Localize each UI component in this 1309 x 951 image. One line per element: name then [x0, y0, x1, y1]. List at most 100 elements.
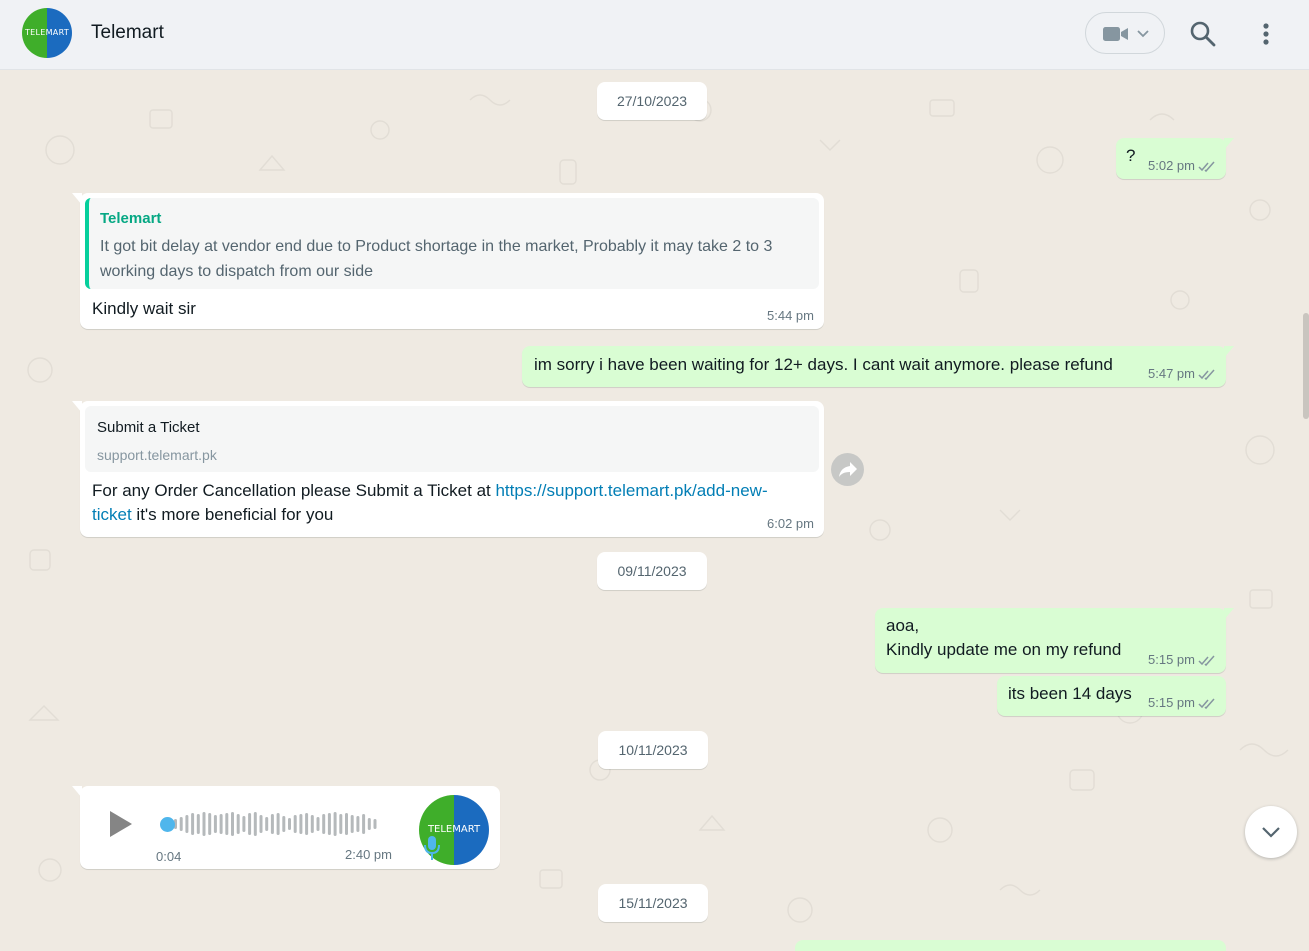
waveform-bar: [299, 814, 303, 834]
scroll-to-bottom-button[interactable]: [1245, 806, 1297, 858]
waveform-bar: [362, 814, 366, 834]
link-preview-domain: support.telemart.pk: [97, 447, 217, 463]
waveform-bar: [373, 819, 377, 829]
chevron-down-icon: [1137, 30, 1149, 38]
waveform-bar: [345, 813, 348, 835]
waveform-bar: [213, 815, 217, 833]
waveform-bar: [322, 814, 326, 834]
waveform-bar: [196, 814, 200, 834]
video-camera-icon: [1103, 27, 1149, 41]
message-meta: 5:02 pm: [1148, 158, 1216, 173]
video-call-button[interactable]: [1085, 12, 1165, 54]
outgoing-message[interactable]: aoa, Kindly update me on my refund 5:15 …: [875, 608, 1234, 673]
waveform-bar: [350, 815, 354, 833]
waveform-bar: [208, 813, 212, 835]
waveform-bar: [253, 812, 257, 836]
message-text: Kindly wait sir: [92, 299, 196, 318]
message-time: 6:02 pm: [767, 516, 814, 531]
waveform-bar: [219, 814, 223, 834]
waveform-bar: [179, 817, 183, 831]
incoming-message[interactable]: Telemart It got bit delay at vendor end …: [72, 193, 824, 329]
waveform-bar: [231, 812, 234, 836]
ticket-link-continued[interactable]: ticket: [92, 505, 132, 524]
voice-duration: 0:04: [156, 849, 182, 864]
double-check-icon: [1198, 369, 1215, 381]
waveform-bar: [333, 812, 337, 836]
outgoing-message[interactable]: im sorry i have been waiting for 12+ day…: [522, 346, 1234, 387]
link-preview[interactable]: Submit a Ticket support.telemart.pk: [85, 406, 819, 472]
microphone-icon: [424, 836, 440, 860]
chat-scrollbar[interactable]: [1303, 313, 1309, 419]
message-text-line2: Kindly update me on my refund: [886, 640, 1122, 659]
waveform-bar: [259, 815, 263, 833]
double-check-icon: [1198, 655, 1215, 667]
ticket-link[interactable]: https://support.telemart.pk/add-new-: [495, 481, 767, 500]
waveform-bar: [185, 815, 189, 833]
message-meta: 5:15 pm: [1148, 652, 1216, 667]
message-meta: 5:47 pm: [1148, 366, 1216, 381]
audio-waveform[interactable]: [172, 810, 387, 838]
play-icon[interactable]: [108, 810, 134, 838]
message-text-after: it's more beneficial for you: [131, 505, 334, 524]
quoted-message[interactable]: Telemart It got bit delay at vendor end …: [85, 198, 819, 289]
message-text-before: For any Order Cancellation please Submit…: [92, 481, 496, 500]
date-separator: 15/11/2023: [598, 884, 708, 922]
forward-icon: [839, 462, 857, 477]
menu-button[interactable]: [1257, 20, 1275, 53]
waveform-bar: [270, 814, 274, 834]
waveform-bar: [225, 813, 229, 835]
waveform-bar: [310, 815, 314, 833]
waveform-bar: [191, 813, 195, 835]
waveform-bar: [327, 813, 331, 835]
message-meta: 5:15 pm: [1148, 695, 1216, 710]
message-time: 5:44 pm: [767, 308, 814, 323]
message-time: 5:15 pm: [1148, 695, 1195, 710]
waveform-bar: [367, 818, 371, 830]
voice-progress-handle[interactable]: [160, 817, 175, 832]
chat-header: TELEMART Telemart: [0, 0, 1309, 70]
message-text: For any Order Cancellation please Submit…: [92, 479, 812, 527]
menu-dots-icon: [1263, 23, 1269, 45]
message-text: ?: [1126, 146, 1136, 165]
waveform-bar: [356, 816, 360, 832]
message-time: 2:40 pm: [345, 847, 392, 862]
date-separator: 27/10/2023: [597, 82, 707, 120]
message-time: 5:47 pm: [1148, 366, 1195, 381]
date-separator: 10/11/2023: [598, 731, 708, 769]
contact-name[interactable]: Telemart: [91, 22, 164, 44]
link-preview-title: Submit a Ticket: [97, 419, 200, 436]
search-icon: [1190, 21, 1216, 47]
outgoing-message[interactable]: ? 5:02 pm: [1116, 138, 1234, 179]
waveform-bar: [316, 817, 320, 831]
outgoing-message-partial[interactable]: [795, 940, 1226, 951]
waveform-bar: [339, 814, 343, 834]
outgoing-message[interactable]: its been 14 days 5:15 pm: [997, 676, 1226, 716]
message-text-line1: aoa,: [886, 616, 920, 635]
waveform-bar: [265, 817, 269, 831]
voice-message[interactable]: 0:04 2:40 pm TELEMART: [72, 786, 500, 869]
message-time: 5:02 pm: [1148, 158, 1195, 173]
waveform-bar: [282, 816, 286, 832]
search-button[interactable]: [1189, 20, 1217, 53]
date-separator: 09/11/2023: [597, 552, 707, 590]
double-check-icon: [1198, 698, 1215, 710]
waveform-bar: [248, 813, 252, 835]
waveform-bar: [236, 814, 240, 834]
waveform-bar: [288, 818, 291, 830]
waveform-bar: [242, 816, 246, 832]
waveform-bar: [276, 813, 280, 835]
incoming-message[interactable]: Submit a Ticket support.telemart.pk For …: [72, 401, 824, 537]
avatar-logo-text: TELEMART: [24, 28, 70, 37]
chevron-down-icon: [1262, 827, 1280, 838]
message-time: 5:15 pm: [1148, 652, 1195, 667]
waveform-bar: [202, 812, 206, 836]
waveform-bar: [293, 815, 297, 833]
quote-author: Telemart: [100, 210, 162, 227]
waveform-bar: [305, 813, 309, 835]
quote-text: It got bit delay at vendor end due to Pr…: [100, 238, 773, 280]
message-text: im sorry i have been waiting for 12+ day…: [534, 355, 1113, 374]
message-text: its been 14 days: [1008, 684, 1132, 703]
double-check-icon: [1198, 161, 1215, 173]
forward-button[interactable]: [831, 453, 864, 486]
contact-avatar[interactable]: TELEMART: [22, 8, 72, 58]
